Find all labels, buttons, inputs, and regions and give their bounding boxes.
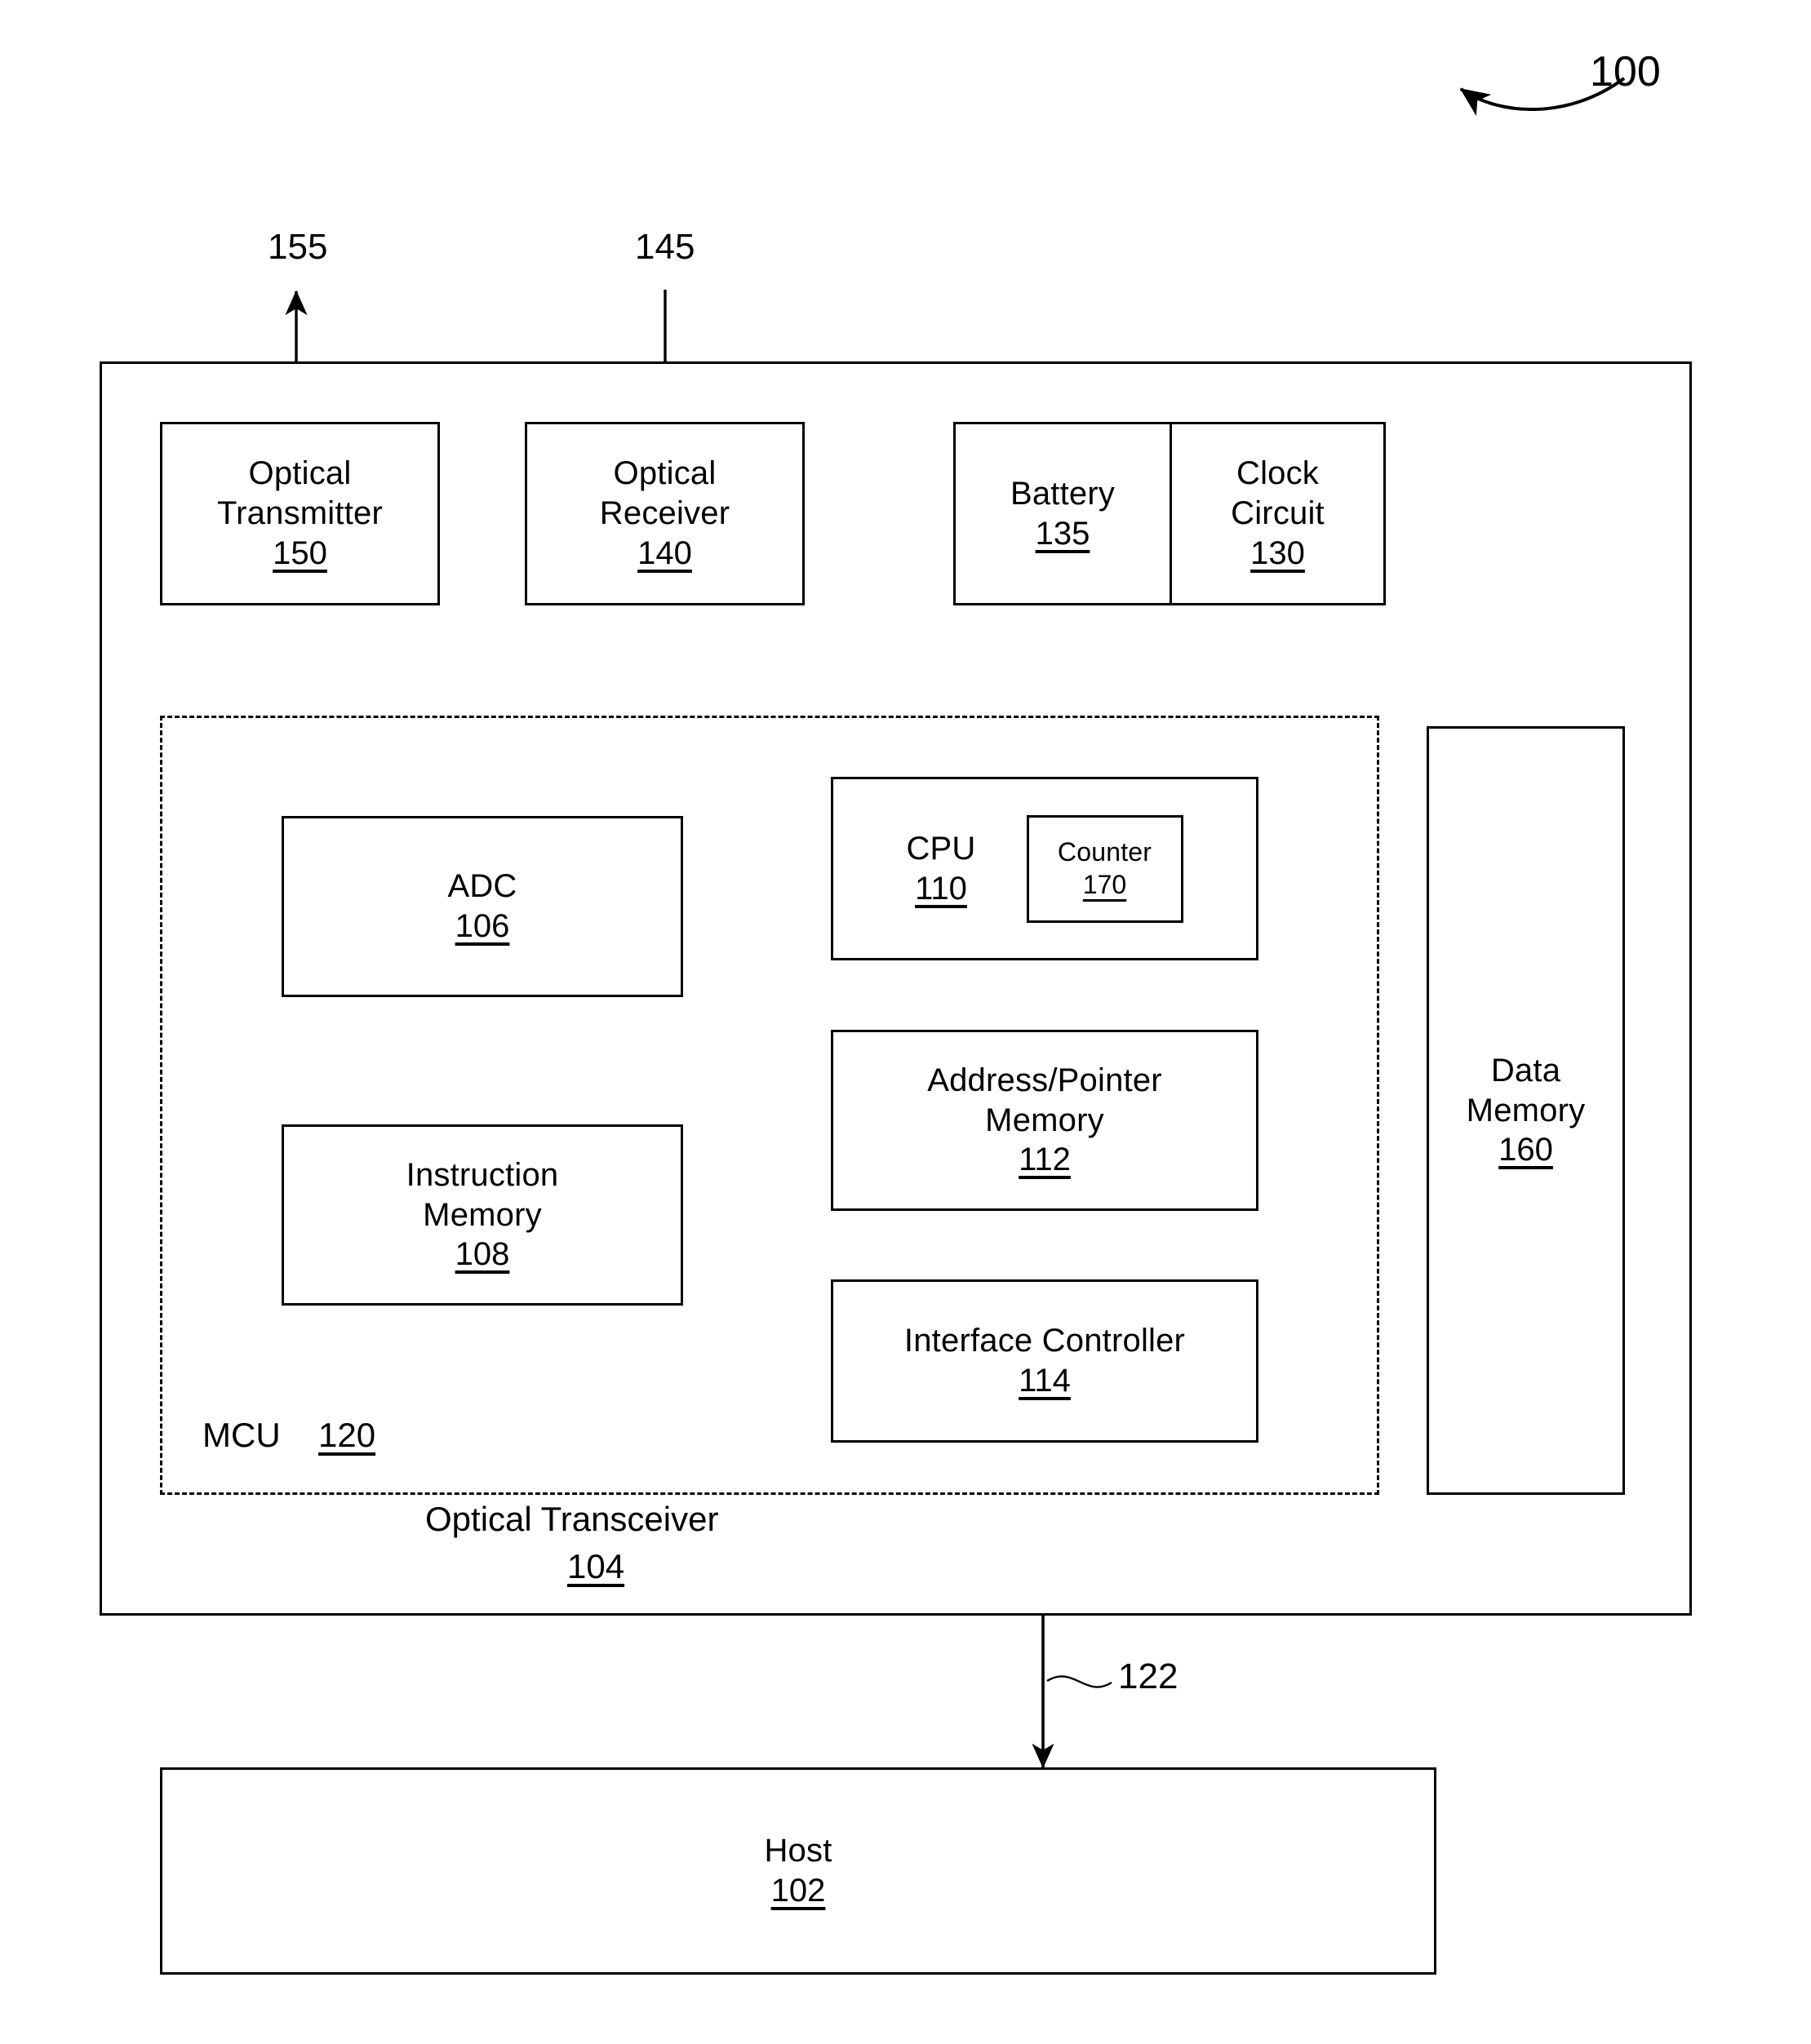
cpu-block[interactable]: CPU 110 Counter 170 (831, 777, 1258, 960)
battery-title: Battery (1010, 475, 1116, 512)
clock-circuit-number: 130 (1250, 534, 1305, 571)
address-pointer-memory-title-line2: Memory (985, 1102, 1104, 1138)
optical-transmitter-number: 150 (273, 534, 327, 571)
data-memory-number: 160 (1498, 1132, 1553, 1168)
optical-receiver-title-line1: Optical (613, 455, 717, 492)
clock-circuit-title-line2: Circuit (1231, 495, 1325, 532)
data-memory-title-line1: Data (1490, 1052, 1561, 1089)
adc-number: 106 (455, 908, 510, 944)
interface-controller-number: 114 (1019, 1363, 1071, 1399)
counter-block[interactable]: Counter 170 (1026, 814, 1183, 923)
instruction-memory-title-line1: Instruction (406, 1156, 559, 1193)
signal-label-122: 122 (1118, 1656, 1178, 1696)
clock-circuit-block[interactable]: Clock Circuit 130 (1170, 422, 1386, 605)
instruction-memory-block[interactable]: Instruction Memory 108 (282, 1124, 683, 1306)
data-memory-block[interactable]: Data Memory 160 (1427, 726, 1625, 1495)
instruction-memory-title-line2: Memory (423, 1196, 542, 1233)
cpu-title: CPU (906, 830, 976, 867)
mcu-label: MCU (202, 1416, 281, 1454)
cpu-number: 110 (915, 870, 967, 907)
instruction-memory-number: 108 (455, 1236, 510, 1273)
interface-controller-block[interactable]: Interface Controller 114 (831, 1279, 1258, 1443)
adc-block[interactable]: ADC 106 (282, 816, 683, 997)
counter-number: 170 (1082, 869, 1127, 899)
address-pointer-memory-number: 112 (1019, 1142, 1071, 1178)
leader-line-122 (1046, 1675, 1112, 1688)
figure-number-100: 100 (1590, 48, 1661, 95)
optical-receiver-number: 140 (637, 534, 692, 571)
clock-circuit-title-line1: Clock (1236, 455, 1320, 492)
mcu-number: 120 (318, 1416, 376, 1454)
battery-block[interactable]: Battery 135 (953, 422, 1170, 605)
signal-label-145: 145 (635, 227, 695, 267)
battery-number: 135 (1035, 515, 1090, 552)
optical-transceiver-number: 104 (567, 1547, 625, 1585)
adc-title: ADC (447, 868, 517, 905)
address-pointer-memory-title-line1: Address/Pointer (927, 1062, 1162, 1098)
interface-controller-title: Interface Controller (903, 1323, 1186, 1359)
optical-transmitter-title-line2: Transmitter (217, 495, 383, 532)
optical-receiver-block[interactable]: Optical Receiver 140 (525, 422, 805, 605)
signal-label-155: 155 (268, 227, 328, 267)
data-memory-title-line2: Memory (1466, 1092, 1586, 1128)
host-number: 102 (770, 1873, 826, 1909)
host-title: Host (764, 1833, 832, 1869)
optical-transmitter-block[interactable]: Optical Transmitter 150 (160, 422, 440, 605)
optical-transmitter-title-line1: Optical (248, 455, 352, 492)
counter-title: Counter (1057, 837, 1152, 867)
optical-receiver-title-line2: Receiver (599, 495, 730, 532)
host-block[interactable]: Host 102 (160, 1767, 1436, 1975)
optical-transceiver-label: Optical Transceiver (425, 1500, 719, 1538)
address-pointer-memory-block[interactable]: Address/Pointer Memory 112 (831, 1030, 1258, 1211)
figure-canvas: 100 155 145 124 122 Optical Transceiver … (0, 0, 1811, 2044)
